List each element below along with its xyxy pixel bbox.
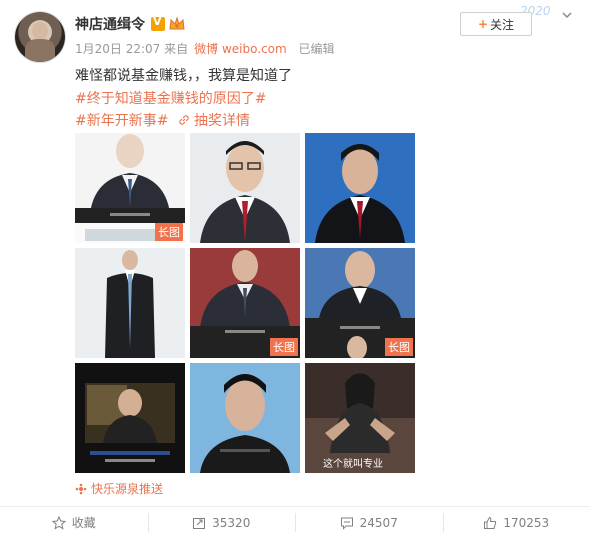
post-source-footer[interactable]: 快乐源泉推送	[75, 480, 163, 497]
hashtag-link[interactable]: #终于知道基金赚钱的原因了#	[75, 88, 266, 108]
repost-icon	[193, 517, 206, 529]
long-image-badge: 长图	[385, 338, 413, 356]
comment-count: 24507	[359, 515, 398, 530]
like-button[interactable]: 170253	[442, 507, 590, 538]
favorite-button[interactable]: 收藏	[0, 507, 148, 538]
image-caption: 这个就叫专业	[323, 459, 383, 470]
image-thumb[interactable]	[75, 363, 185, 473]
comment-button[interactable]: 24507	[295, 507, 443, 538]
star-icon	[51, 515, 66, 530]
action-bar: 收藏 35320 24507 170253	[0, 507, 590, 538]
lottery-details-link[interactable]: 抽奖详情	[178, 110, 250, 130]
lottery-label: 抽奖详情	[194, 113, 250, 129]
long-image-badge: 长图	[270, 338, 298, 356]
follow-button[interactable]: + 关注	[460, 12, 532, 36]
image-thumb[interactable]	[190, 363, 300, 473]
from-label: 来自	[164, 42, 189, 56]
username[interactable]: 神店通缉令	[75, 14, 145, 34]
crown-icon	[169, 16, 185, 30]
link-icon	[179, 115, 189, 125]
dot-icon	[75, 483, 87, 495]
edited-label[interactable]: 已编辑	[299, 42, 335, 56]
repost-count: 35320	[212, 515, 251, 530]
weibo-post-card: 神店通缉令 1月20日 22:07 来自微博 weibo.com 已编辑 202…	[0, 0, 590, 538]
favorite-label: 收藏	[71, 516, 96, 530]
post-meta: 1月20日 22:07 来自 微博 weibo.com 已编辑	[75, 40, 335, 57]
post-source[interactable]: 微博 weibo.com	[194, 42, 287, 56]
long-image-badge: 长图	[155, 223, 183, 241]
image-thumb[interactable]: 这个就叫专业	[305, 363, 415, 473]
image-thumb[interactable]: 长图	[190, 248, 300, 358]
image-thumb[interactable]: 长图	[75, 133, 185, 243]
chevron-down-icon[interactable]	[562, 10, 572, 20]
comment-icon	[340, 517, 353, 530]
like-icon	[484, 516, 497, 529]
follow-label: 关注	[490, 17, 515, 32]
post-text: 难怪都说基金赚钱，，我算是知道了	[75, 68, 292, 84]
avatar[interactable]	[15, 12, 65, 62]
image-thumb[interactable]	[305, 133, 415, 243]
image-thumb[interactable]: 长图	[305, 248, 415, 358]
post-date[interactable]: 1月20日 22:07	[75, 42, 160, 56]
image-thumb[interactable]	[190, 133, 300, 243]
like-count: 170253	[503, 515, 550, 530]
image-thumb[interactable]	[75, 248, 185, 358]
image-grid: 长图 长图 长图 这个就叫专业	[75, 133, 415, 473]
plus-icon: +	[477, 17, 489, 31]
source-footer-label: 快乐源泉推送	[91, 482, 164, 496]
verified-badge-icon	[151, 15, 165, 31]
repost-button[interactable]: 35320	[147, 507, 296, 538]
hashtag-link[interactable]: #新年开新事#	[75, 110, 168, 130]
